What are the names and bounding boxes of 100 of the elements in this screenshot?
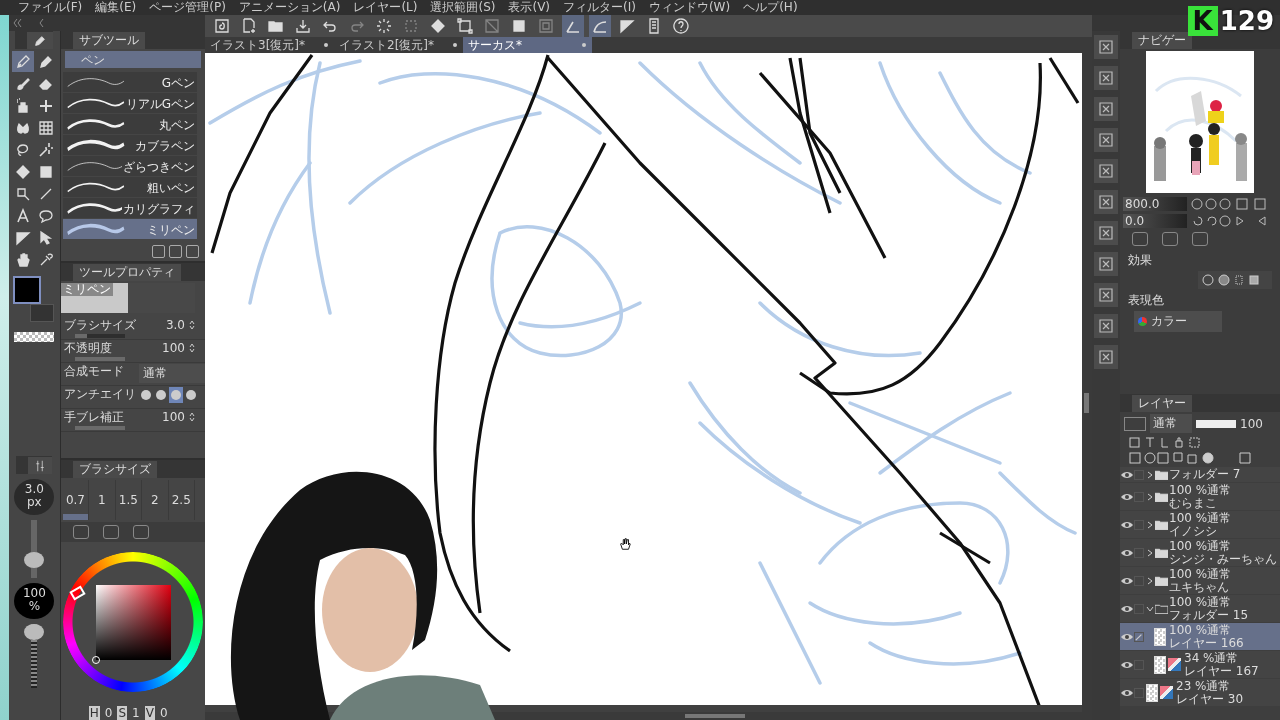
brush-item[interactable]: リアルGペン: [62, 93, 197, 113]
opacity-bar[interactable]: [1196, 419, 1236, 428]
transform-icon[interactable]: [454, 15, 476, 37]
blend-mode-dropdown[interactable]: 通常: [1150, 414, 1192, 433]
brush-stroke-icon: [64, 221, 125, 237]
panel-tab[interactable]: ナビゲー: [1132, 32, 1192, 49]
sketch-drawing[interactable]: [205, 53, 1082, 705]
spinner-arrows-icon[interactable]: [189, 320, 195, 330]
slider-fill[interactable]: [74, 334, 88, 338]
help-icon[interactable]: [670, 15, 692, 37]
menu-item[interactable]: ヘルプ(H): [743, 0, 798, 15]
opacity-value[interactable]: 100: [1240, 416, 1263, 431]
value-spinner[interactable]: 100: [162, 410, 185, 424]
panel-tab[interactable]: レイヤー: [1132, 395, 1192, 412]
scrollbar-thumb[interactable]: [1084, 393, 1089, 413]
brush-size-preset[interactable]: 0.7: [62, 480, 90, 520]
menu-item[interactable]: 編集(E): [95, 0, 137, 15]
channel-value: 0: [104, 706, 113, 720]
layer-row[interactable]: 100 %通常 シンジ・みーちゃん: [1120, 539, 1280, 566]
document-tab[interactable]: イラスト3[復元]*: [205, 37, 334, 53]
document-tab[interactable]: イラスト2[復元]*: [334, 37, 463, 53]
pencil-icon[interactable]: [33, 33, 48, 48]
stroke-icon[interactable]: [562, 15, 584, 37]
pen-tool-icon[interactable]: [11, 51, 34, 72]
brush-size-preset[interactable]: 1: [89, 480, 116, 520]
sub-color-swatch[interactable]: [30, 304, 55, 322]
menu-item[interactable]: ファイル(F): [18, 0, 83, 15]
layer-row[interactable]: 100 %通常 ユキちゃん: [1120, 567, 1280, 594]
layer-mode: 23 %通常: [1176, 679, 1232, 693]
effect-buttons-icon[interactable]: [1198, 271, 1272, 289]
brush-stroke-icon: [64, 200, 125, 216]
search-tab[interactable]: [1192, 232, 1208, 246]
layer-thumbnail: [1146, 683, 1158, 702]
panel-tab[interactable]: サブツール: [72, 32, 145, 49]
value-spinner[interactable]: 3.0: [165, 318, 185, 332]
menu-item[interactable]: 選択範囲(S): [430, 0, 496, 15]
menu-item[interactable]: ウィンドウ(W): [648, 0, 731, 15]
history-tab[interactable]: [1162, 232, 1178, 246]
color-slider-tab[interactable]: [132, 525, 149, 539]
panel-tab[interactable]: ブラシサイズ: [72, 461, 157, 478]
layer-row[interactable]: 100 %通常 レイヤー 166: [1120, 623, 1280, 650]
layer-row[interactable]: 100 %通常 フォルダー 15: [1120, 595, 1280, 622]
layer-row[interactable]: 100 %通常 むらまこ: [1120, 483, 1280, 510]
menu-item[interactable]: レイヤー(L): [353, 0, 418, 15]
blend-dropdown[interactable]: 通常: [138, 364, 205, 383]
spinner-arrows-icon[interactable]: [189, 412, 195, 422]
layer-row[interactable]: フォルダー 7: [1120, 467, 1280, 482]
close-panel-icon[interactable]: [1094, 159, 1118, 183]
document-tab[interactable]: サーカス*: [463, 37, 592, 53]
brush-item[interactable]: カブラペン: [62, 135, 197, 155]
main-color-swatch[interactable]: [13, 276, 42, 304]
layer-name: ユキちゃん: [1169, 580, 1229, 594]
brush-size-preset[interactable]: 2.5: [168, 480, 195, 520]
menu-item[interactable]: アニメーション(A): [238, 0, 341, 15]
color-set-tab[interactable]: [102, 525, 119, 539]
antialias-option[interactable]: [168, 387, 183, 403]
slider-fill[interactable]: [74, 357, 125, 361]
layer-mode: 100 %通常: [1169, 483, 1232, 497]
layer-name: シンジ・みーちゃん: [1169, 552, 1277, 566]
sub-tool-group[interactable]: ペン: [64, 51, 201, 68]
brush-item[interactable]: 丸ペン: [62, 114, 197, 134]
brush-item[interactable]: ざらつきペン: [62, 156, 197, 176]
slider-fill[interactable]: [74, 426, 125, 430]
sliders-icon[interactable]: [34, 459, 47, 472]
slider-thumb[interactable]: [24, 624, 45, 640]
layer-mode: 100 %通常: [1169, 511, 1232, 525]
transparent-color-swatch[interactable]: [14, 332, 55, 342]
panel-tab[interactable]: ツールプロパティ: [72, 264, 181, 281]
layer-mode: 34 %通常: [1184, 651, 1240, 665]
layer-row[interactable]: 34 %通常 レイヤー 167: [1120, 651, 1280, 678]
brush-item[interactable]: カリグラフィ: [62, 198, 197, 218]
close-panel-icon[interactable]: [1094, 97, 1118, 121]
color-wheel-tab[interactable]: [72, 525, 89, 539]
brush-size-preset[interactable]: 1.5: [115, 480, 143, 520]
property-label: アンチエイリ: [63, 387, 137, 401]
menu-item[interactable]: フィルター(I): [563, 0, 636, 15]
value-spinner[interactable]: 100: [162, 341, 185, 355]
spinner-arrows-icon[interactable]: [189, 343, 195, 353]
color-mode-dropdown[interactable]: カラー: [1134, 311, 1222, 332]
property-label: ブラシサイズ: [63, 318, 137, 332]
size-readout: 3.0 px: [14, 479, 55, 515]
scrollbar-thumb[interactable]: [685, 714, 745, 718]
layer-color-dropdown[interactable]: [1124, 416, 1146, 431]
rotation-field[interactable]: 0.0: [1123, 213, 1187, 228]
channel-value: 0: [159, 706, 168, 720]
layer-name: イノシシ: [1169, 524, 1218, 538]
menu-item[interactable]: 表示(V): [508, 0, 551, 15]
layer-property-tab[interactable]: [1132, 232, 1148, 246]
brush-item[interactable]: 粗いペン: [62, 177, 197, 197]
zoom-field[interactable]: 800.0: [1123, 196, 1187, 211]
layer-row[interactable]: 23 %通常 レイヤー 30: [1120, 679, 1280, 706]
brush-size-preset[interactable]: 2: [142, 480, 169, 520]
menu-item[interactable]: ページ管理(P): [149, 0, 226, 15]
hand-cursor-icon: [618, 537, 632, 551]
curve-icon[interactable]: [589, 15, 611, 37]
brush-item[interactable]: ミリペン: [62, 219, 197, 239]
slider-thumb[interactable]: [24, 551, 45, 568]
layer-row[interactable]: 100 %通常 イノシシ: [1120, 511, 1280, 538]
brush-item[interactable]: Gペン: [62, 72, 197, 92]
opacity-readout: 100 %: [14, 583, 55, 619]
